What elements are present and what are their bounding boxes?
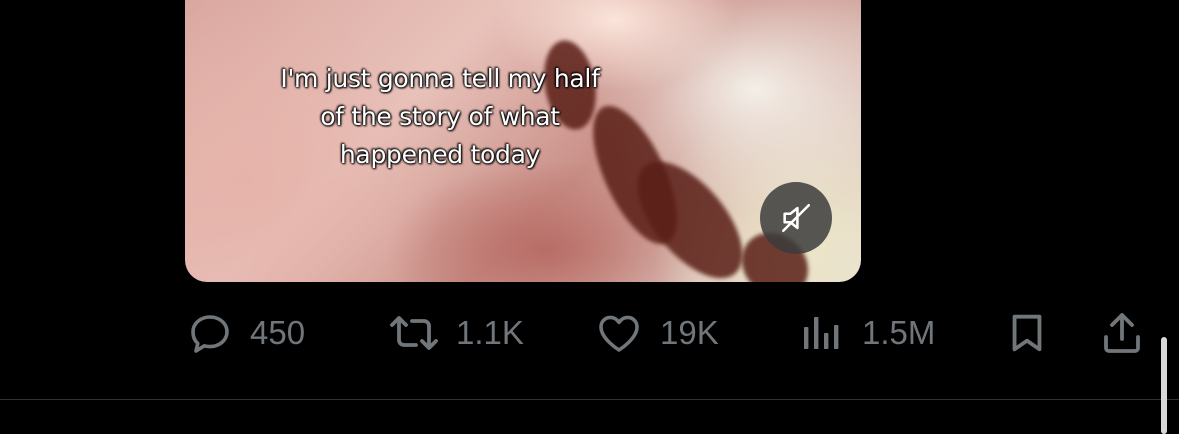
- views-chart-icon: [804, 317, 839, 349]
- reply-button[interactable]: 450: [186, 309, 305, 357]
- tweet-page: I'm just gonna tell my half of the story…: [0, 0, 1179, 434]
- tweet-action-bar: 450 1.1K 19K 1.5M: [0, 300, 1179, 366]
- caption-line: I'm just gonna tell my half: [280, 64, 600, 93]
- heart-icon: [599, 315, 639, 352]
- reply-count: 450: [250, 314, 306, 351]
- views-count: 1.5M: [862, 314, 936, 351]
- speaker-muted-icon: [781, 203, 811, 233]
- repost-button[interactable]: 1.1K: [388, 309, 524, 357]
- share-icon: [1104, 313, 1140, 353]
- caption-line: of the story of what: [320, 102, 560, 131]
- repost-icon: [390, 316, 438, 350]
- video-caption: I'm just gonna tell my half of the story…: [185, 60, 695, 174]
- video-player[interactable]: I'm just gonna tell my half of the story…: [185, 0, 861, 282]
- views-button[interactable]: 1.5M: [798, 309, 935, 357]
- like-count: 19K: [660, 314, 719, 351]
- share-button[interactable]: [1098, 309, 1146, 357]
- mute-toggle-button[interactable]: [760, 182, 832, 254]
- bookmark-button[interactable]: [1004, 309, 1050, 357]
- repost-count: 1.1K: [456, 314, 524, 351]
- reply-icon: [191, 315, 229, 353]
- scrollbar-thumb[interactable]: [1161, 337, 1167, 434]
- bookmark-icon: [1012, 314, 1042, 352]
- timeline-divider: [0, 399, 1179, 400]
- like-button[interactable]: 19K: [594, 309, 719, 357]
- caption-line: happened today: [339, 140, 541, 169]
